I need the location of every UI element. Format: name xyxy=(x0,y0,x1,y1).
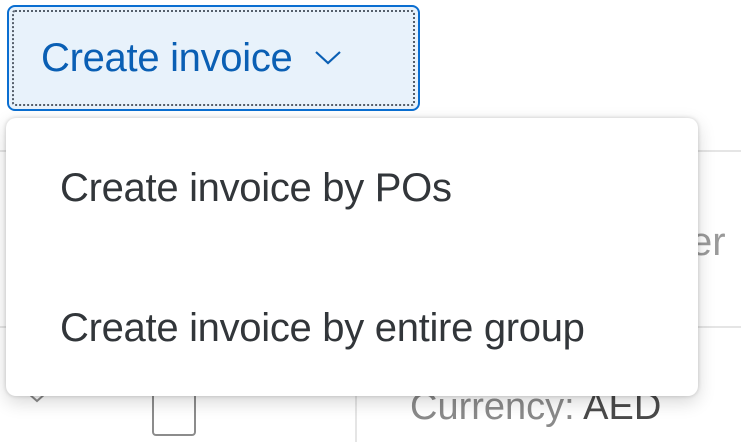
menu-item-create-by-entire-group[interactable]: Create invoice by entire group xyxy=(6,268,698,388)
row-select-checkbox[interactable] xyxy=(152,392,196,436)
create-invoice-menu: Create invoice by POs Create invoice by … xyxy=(6,118,698,396)
create-invoice-label: Create invoice xyxy=(41,36,293,80)
create-invoice-button[interactable]: Create invoice xyxy=(7,5,420,111)
menu-item-create-by-pos[interactable]: Create invoice by POs xyxy=(6,128,698,248)
chevron-down-icon xyxy=(314,49,342,67)
